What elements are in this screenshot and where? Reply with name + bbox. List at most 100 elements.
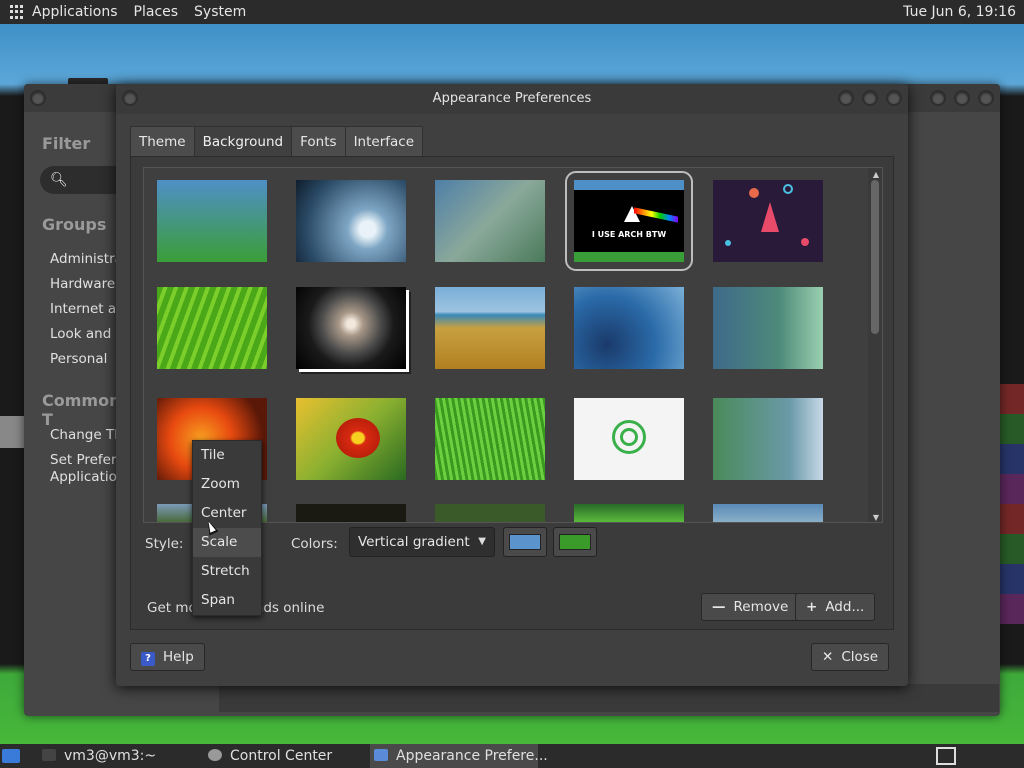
group-administration[interactable]: Administra <box>50 251 120 267</box>
groups-heading: Groups <box>42 215 107 234</box>
wallpaper-thumb[interactable] <box>574 398 684 480</box>
taskbar-item-label: Control Center <box>230 748 333 764</box>
wallpaper-thumb[interactable] <box>157 287 267 369</box>
gradient-select[interactable]: Vertical gradient ▼ <box>349 527 495 557</box>
menu-applications[interactable]: Applications <box>32 4 118 20</box>
wallpaper-thumb[interactable] <box>435 287 545 369</box>
wallpaper-thumb[interactable] <box>574 504 684 522</box>
get-more-text: Get mo <box>147 600 197 616</box>
window-menu-button[interactable] <box>30 90 46 106</box>
style-option-zoom[interactable]: Zoom <box>193 470 261 499</box>
tab-theme[interactable]: Theme <box>130 126 195 156</box>
minus-icon: — <box>712 599 726 615</box>
maximize-button[interactable] <box>862 90 878 106</box>
wallpaper-thumb[interactable] <box>435 398 545 480</box>
taskbar-item-appearance[interactable]: Appearance Prefere... <box>370 744 548 768</box>
group-internet[interactable]: Internet an <box>50 301 120 317</box>
top-panel: Applications Places System Tue Jun 6, 19… <box>0 0 1024 24</box>
wallpaper-thumb[interactable] <box>574 287 684 369</box>
style-option-stretch[interactable]: Stretch <box>193 557 261 586</box>
dialog-titlebar[interactable]: Appearance Preferences <box>116 84 908 114</box>
close-window-button[interactable] <box>886 90 902 106</box>
tab-fonts[interactable]: Fonts <box>291 126 346 156</box>
help-button-label: Help <box>163 649 194 665</box>
gradient-select-value: Vertical gradient <box>358 534 470 550</box>
wallpaper-thumb[interactable] <box>296 180 406 262</box>
appearance-icon <box>374 749 388 761</box>
wallpaper-thumb[interactable] <box>296 398 406 480</box>
wallpaper-thumb[interactable] <box>713 287 823 369</box>
filter-heading: Filter <box>42 134 91 153</box>
wallpaper-thumb-selected[interactable]: I USE ARCH BTW <box>565 171 693 271</box>
taskbar-item-label: vm3@vm3:~ <box>64 748 157 764</box>
close-icon: ✕ <box>822 649 834 665</box>
task-change-theme[interactable]: Change Th <box>50 427 120 443</box>
wallpaper-thumb[interactable] <box>435 504 545 522</box>
plus-icon: + <box>806 599 818 615</box>
wallpaper-thumb[interactable] <box>713 398 823 480</box>
menu-system[interactable]: System <box>194 4 246 20</box>
help-button[interactable]: ? Help <box>130 643 205 671</box>
style-option-scale[interactable]: Scale <box>193 528 261 557</box>
taskbar-item-label: Appearance Prefere... <box>396 748 548 764</box>
terminal-icon <box>42 749 56 761</box>
group-hardware[interactable]: Hardware <box>50 276 120 292</box>
help-icon: ? <box>141 652 155 666</box>
menu-places[interactable]: Places <box>134 4 179 20</box>
wallpaper-scrollbar[interactable]: ▲ ▼ <box>868 168 882 522</box>
minimize-button[interactable] <box>930 90 946 106</box>
color-swatch <box>509 534 541 550</box>
common-tasks-heading: Common T <box>42 391 121 429</box>
minimize-button[interactable] <box>838 90 854 106</box>
gear-icon <box>208 749 222 761</box>
wallpaper-thumb[interactable] <box>157 180 267 262</box>
colors-label: Colors: <box>291 536 338 552</box>
task-set-preferred-apps-line2[interactable]: Application <box>50 469 120 485</box>
add-button[interactable]: + Add... <box>795 593 876 621</box>
apps-grid-icon[interactable] <box>10 5 24 19</box>
secondary-color-button[interactable] <box>553 527 597 557</box>
get-more-text: nds online <box>254 600 325 616</box>
dialog-title: Appearance Preferences <box>432 91 592 106</box>
taskbar-item-terminal[interactable]: vm3@vm3:~ <box>36 744 156 768</box>
close-button-label: Close <box>841 649 879 665</box>
show-desktop-button[interactable] <box>2 744 24 768</box>
add-button-label: Add... <box>825 599 865 615</box>
color-swatch <box>559 534 591 550</box>
wallpaper-thumb[interactable] <box>435 180 545 262</box>
desktop-icon <box>2 749 20 763</box>
desktop-decoration <box>0 416 24 448</box>
window-menu-button[interactable] <box>122 90 138 106</box>
group-look-and-feel[interactable]: Look and F <box>50 326 120 342</box>
workspace-icon <box>936 747 956 765</box>
wallpaper-thumb[interactable] <box>713 180 823 262</box>
remove-button[interactable]: — Remove <box>701 593 800 621</box>
search-icon: 🔍︎ <box>50 172 68 188</box>
wallpaper-thumb[interactable] <box>296 504 406 522</box>
group-personal[interactable]: Personal <box>50 351 120 367</box>
control-center-content <box>219 684 999 712</box>
clock[interactable]: Tue Jun 6, 19:16 <box>903 4 1016 20</box>
wallpaper-thumb[interactable] <box>296 287 406 369</box>
scroll-down-icon[interactable]: ▼ <box>873 513 879 522</box>
taskbar: vm3@vm3:~ Control Center Appearance Pref… <box>0 744 1024 768</box>
tab-interface[interactable]: Interface <box>344 126 424 156</box>
wallpaper-thumb[interactable] <box>713 504 823 522</box>
scroll-up-icon[interactable]: ▲ <box>873 170 879 179</box>
style-dropdown-menu: Tile Zoom Center Scale Stretch Span <box>192 440 262 616</box>
scrollbar-thumb[interactable] <box>871 180 879 334</box>
style-option-tile[interactable]: Tile <box>193 441 261 470</box>
desktop-decoration <box>1000 384 1024 624</box>
tab-background[interactable]: Background <box>193 126 293 156</box>
style-label: Style: <box>145 536 184 552</box>
workspace-switcher[interactable] <box>936 744 956 768</box>
thumb-caption: I USE ARCH BTW <box>591 230 667 239</box>
taskbar-item-control-center[interactable]: Control Center <box>204 744 332 768</box>
close-button[interactable]: ✕ Close <box>811 643 890 671</box>
style-option-span[interactable]: Span <box>193 586 261 615</box>
maximize-button[interactable] <box>954 90 970 106</box>
primary-color-button[interactable] <box>503 527 547 557</box>
task-set-preferred-apps[interactable]: Set Preferre <box>50 452 120 468</box>
control-center-sidebar: Filter 🔍︎ Groups Administra Hardware Int… <box>24 112 130 712</box>
close-window-button[interactable] <box>978 90 994 106</box>
